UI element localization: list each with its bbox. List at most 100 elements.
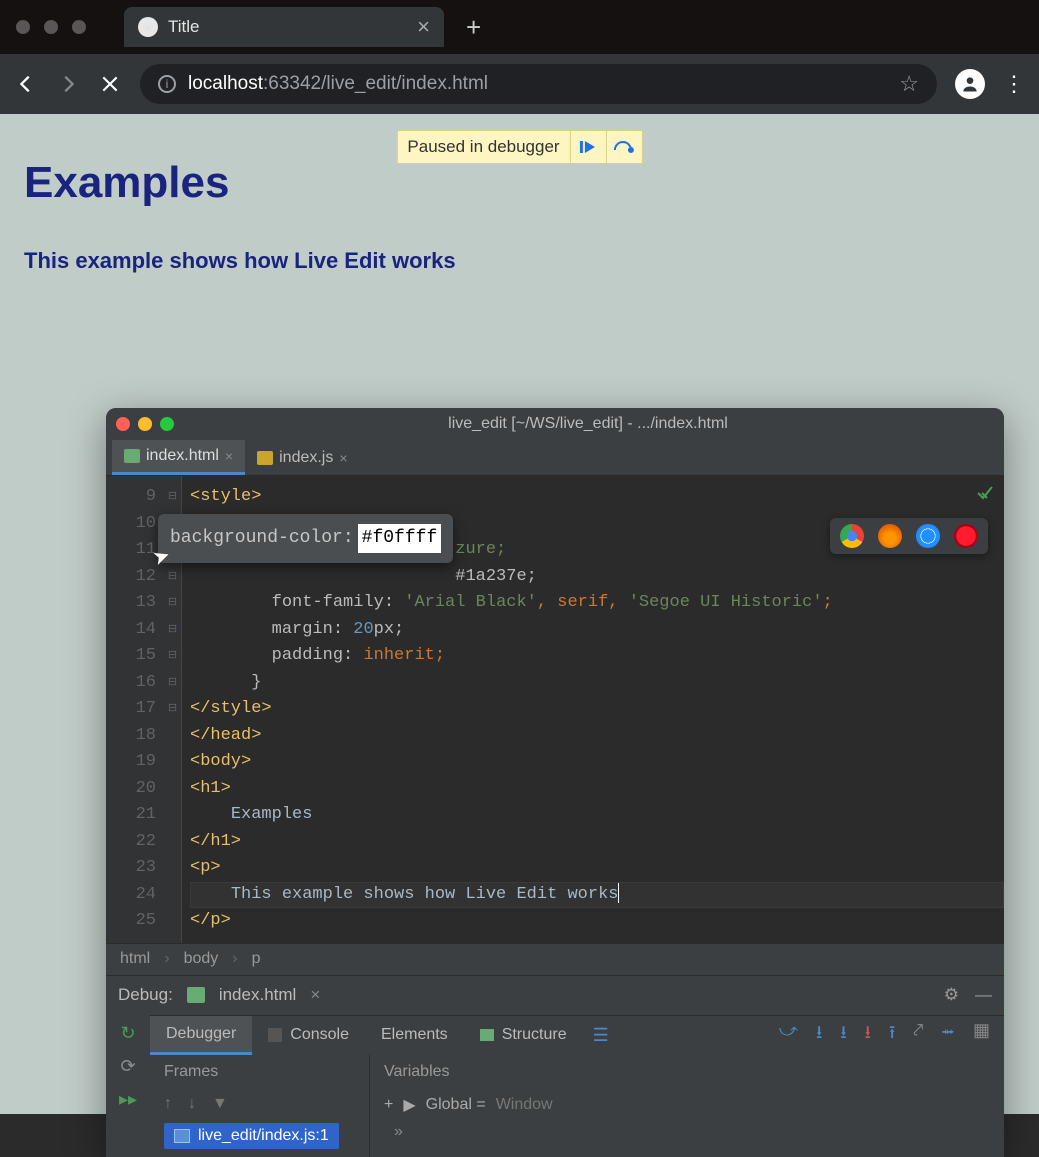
back-button[interactable] [14, 72, 38, 96]
resume-button[interactable] [570, 131, 606, 163]
browser-tab-bar: ◉ Title × + [0, 0, 1039, 54]
calculator-icon[interactable]: ▦ [973, 1020, 990, 1050]
breadcrumb-item[interactable]: body [184, 950, 219, 968]
frame-icon [174, 1129, 190, 1143]
debug-label: Debug: [118, 985, 173, 1005]
evaluate-icon[interactable]: ⤤ [913, 1020, 923, 1050]
step-over-icon[interactable]: ⤻ [779, 1020, 798, 1050]
debug-tabs: Debugger Console Elements Structure ☰ ⤻ … [150, 1015, 1004, 1055]
rerun-icon[interactable]: ↻ [120, 1023, 135, 1044]
url-port: :63342 [263, 73, 321, 94]
tab-label: index.js [279, 449, 333, 467]
safari-icon[interactable] [916, 524, 940, 548]
debugger-paused-banner: Paused in debugger [396, 130, 642, 164]
close-icon[interactable]: × [310, 985, 320, 1005]
variables-label: Variables [384, 1063, 450, 1080]
frames-panel: Frames ↑ ↓ ▼ live_edit/index.js:1 [150, 1055, 370, 1157]
debug-file: index.html [219, 985, 296, 1005]
close-tab-icon[interactable]: × [339, 450, 347, 466]
window-close-dot[interactable] [16, 20, 30, 34]
add-watch-icon[interactable]: + [384, 1096, 393, 1114]
step-into-icon[interactable]: ⭳ [816, 1020, 822, 1050]
console-icon [268, 1028, 282, 1042]
drop-frame-icon[interactable]: ⭼ [941, 1020, 955, 1050]
tab-label: index.html [146, 447, 219, 465]
window-min-dot[interactable] [44, 20, 58, 34]
firefox-icon[interactable] [878, 524, 902, 548]
tooltip-value: #f0ffff [358, 524, 442, 553]
tab-title: Title [168, 17, 200, 37]
open-in-browser-toolbar [830, 518, 988, 554]
play-icon[interactable]: ▸▸ [119, 1089, 137, 1110]
global-value: Window [496, 1096, 553, 1114]
debug-body: ↻ ⟳ ▸▸ Debugger Console Elements Structu… [106, 1015, 1004, 1157]
expand-icon[interactable]: ▶ [403, 1095, 415, 1115]
debug-toolwindow-header: Debug: index.html × ⚙ — [106, 975, 1004, 1015]
up-icon[interactable]: ↑ [164, 1095, 172, 1113]
ide-window: live_edit [~/WS/live_edit] - .../index.h… [106, 408, 1004, 1157]
settings-icon[interactable]: ⚙ [944, 985, 959, 1005]
tooltip-label: background-color: [170, 525, 354, 552]
banner-text: Paused in debugger [397, 137, 569, 157]
inspection-indicator-icon[interactable] [976, 484, 994, 513]
url-host: localhost [188, 73, 263, 94]
profile-avatar[interactable] [955, 69, 985, 99]
stack-frame-chip[interactable]: live_edit/index.js:1 [164, 1123, 339, 1149]
breadcrumb-item[interactable]: html [120, 950, 150, 968]
browser-chrome: ◉ Title × + i localhost:63342/live_edit/… [0, 0, 1039, 114]
info-icon[interactable]: i [158, 75, 176, 93]
global-label: Global = [426, 1096, 486, 1114]
filter-icon[interactable]: ▼ [212, 1095, 228, 1113]
run-to-cursor-icon[interactable]: ⭱ [889, 1020, 895, 1050]
step-out-icon[interactable]: ⭳ [865, 1020, 871, 1050]
code-editor[interactable]: 910111213141516171819202122232425 ⊟⊟⊟⊟⊟⊟… [106, 476, 1004, 943]
structure-icon [480, 1029, 494, 1041]
tab-debugger[interactable]: Debugger [150, 1016, 252, 1055]
tab-elements[interactable]: Elements [365, 1016, 464, 1055]
threads-icon[interactable]: ☰ [593, 1025, 609, 1046]
force-step-into-icon[interactable]: ⭳ [840, 1020, 846, 1050]
ide-min-dot[interactable] [138, 417, 152, 431]
opera-icon[interactable] [954, 524, 978, 548]
more-icon[interactable]: » [384, 1115, 990, 1149]
step-over-button[interactable] [606, 131, 642, 163]
stop-reload-button[interactable] [98, 72, 122, 96]
ide-titlebar[interactable]: live_edit [~/WS/live_edit] - .../index.h… [106, 408, 1004, 440]
editor-tab-index-html[interactable]: index.html × [112, 440, 245, 475]
html-file-icon [124, 449, 140, 463]
bookmark-icon[interactable]: ☆ [899, 71, 919, 97]
ide-close-dot[interactable] [116, 417, 130, 431]
tab-structure[interactable]: Structure [464, 1016, 583, 1055]
editor-tab-index-js[interactable]: index.js × [245, 440, 359, 475]
page-subtitle: This example shows how Live Edit works [24, 248, 1015, 274]
down-icon[interactable]: ↓ [188, 1095, 196, 1113]
resume-icon[interactable]: ⟳ [120, 1056, 135, 1077]
editor-tab-bar: index.html × index.js × [106, 440, 1004, 476]
window-max-dot[interactable] [72, 20, 86, 34]
variables-panel: Variables + ▶ Global = Window » [370, 1055, 1004, 1157]
tab-console[interactable]: Console [252, 1016, 365, 1055]
debug-panels: Frames ↑ ↓ ▼ live_edit/index.js:1 Variab… [150, 1055, 1004, 1157]
breadcrumb-bar[interactable]: html› body› p [106, 943, 1004, 975]
ide-max-dot[interactable] [160, 417, 174, 431]
chrome-icon[interactable] [840, 524, 864, 548]
close-tab-icon[interactable]: × [417, 14, 430, 40]
line-gutter: 910111213141516171819202122232425 [106, 476, 164, 943]
html-file-icon [187, 987, 205, 1003]
minimize-icon[interactable]: — [975, 985, 992, 1005]
code-area[interactable]: background-color: #f0ffff ➤ <style> zure… [182, 476, 1004, 943]
forward-button[interactable] [56, 72, 80, 96]
debug-side-toolbar: ↻ ⟳ ▸▸ [106, 1015, 150, 1157]
close-tab-icon[interactable]: × [225, 448, 233, 464]
browser-menu-icon[interactable]: ⋮ [1003, 71, 1025, 97]
ide-title-text: live_edit [~/WS/live_edit] - .../index.h… [182, 415, 994, 433]
js-file-icon [257, 451, 273, 465]
browser-tab[interactable]: ◉ Title × [124, 7, 444, 47]
address-bar[interactable]: i localhost:63342/live_edit/index.html ☆ [140, 64, 937, 104]
address-bar-row: i localhost:63342/live_edit/index.html ☆… [0, 54, 1039, 114]
frame-text: live_edit/index.js:1 [198, 1127, 329, 1145]
page-body: Paused in debugger Examples This example… [0, 114, 1039, 1114]
page-heading: Examples [24, 158, 1015, 208]
new-tab-button[interactable]: + [466, 12, 481, 43]
breadcrumb-item[interactable]: p [252, 950, 261, 968]
